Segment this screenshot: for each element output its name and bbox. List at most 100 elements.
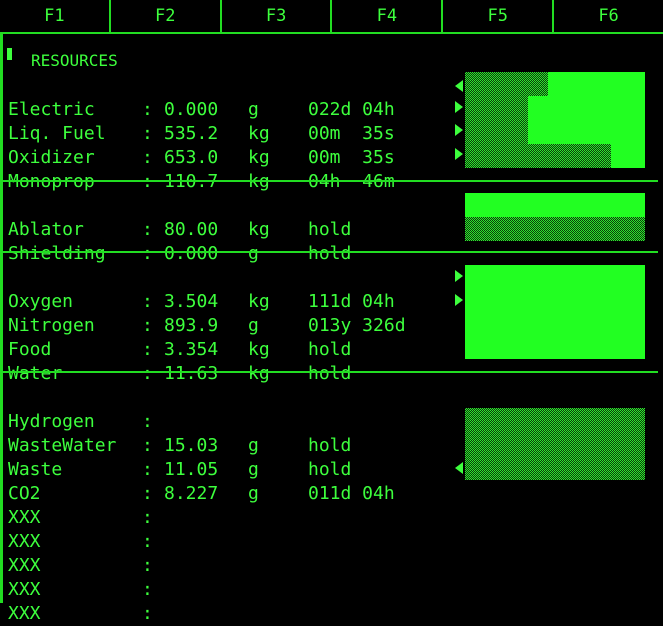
oxygen-trend-right-arrow-icon: [455, 270, 463, 282]
resource-time: 00m 35s: [308, 123, 395, 144]
resource-name: Shielding: [8, 243, 106, 264]
section-title: RESOURCES: [31, 51, 118, 70]
resource-row-shielding: Shielding:0.000 g hold: [8, 218, 351, 264]
resource-unit: g: [248, 315, 259, 336]
f5-key[interactable]: F5: [443, 0, 555, 32]
oxidizer-trend-right-arrow-icon: [455, 124, 463, 136]
ablator-gauge: [465, 193, 645, 217]
resource-time: hold: [308, 339, 352, 360]
resource-amount: 3.504: [164, 291, 219, 312]
separator: :: [142, 291, 153, 312]
nitrogen-trend-right-arrow-icon: [455, 294, 463, 306]
f3-key[interactable]: F3: [222, 0, 333, 32]
resource-time: hold: [308, 243, 352, 264]
ablator-gauge-fill: [465, 193, 645, 217]
resource-amount: 0.000: [164, 99, 219, 120]
resource-row-placeholder: XXX:: [8, 578, 153, 624]
monoprop-gauge-fill: [610, 144, 645, 168]
function-key-bar: F1 F2 F3 F4 F5 F6: [0, 0, 663, 34]
resource-unit: kg: [248, 291, 270, 312]
separator: :: [142, 170, 153, 194]
resource-name: Monoprop: [8, 171, 95, 192]
resource-amount: 0.000: [164, 243, 219, 264]
resource-amount: 3.354: [164, 339, 219, 360]
separator: :: [142, 339, 153, 360]
resource-row-placeholder: XXX:: [8, 530, 153, 576]
monoprop-trend-right-arrow-icon: [455, 148, 463, 160]
separator: :: [142, 483, 153, 504]
resource-row-food: Food:3.354 kg hold: [8, 314, 351, 360]
separator: :: [142, 99, 153, 120]
resource-row-water: Water:11.63 kg hold: [8, 338, 351, 384]
section-marker-icon: [7, 48, 12, 60]
resource-row-co2: CO2:8.227 g 011d 04h: [8, 458, 395, 504]
electric-gauge: [465, 72, 645, 96]
separator: :: [142, 555, 153, 576]
group-divider: [3, 371, 658, 373]
life-support-gauge: [465, 265, 645, 359]
resource-row-hydrogen: Hydrogen:: [8, 386, 153, 432]
separator: :: [142, 219, 153, 240]
liq-fuel-gauge: [465, 96, 645, 120]
resource-row-nitrogen: Nitrogen:893.9 g 013y 326d: [8, 290, 406, 336]
resource-name: Water: [8, 363, 63, 384]
resource-row-oxidizer: Oxidizer:653.0 kg 00m 35s: [8, 122, 395, 168]
resource-unit: g: [248, 243, 259, 264]
life-support-gauge-fill: [465, 265, 645, 359]
f4-key[interactable]: F4: [332, 0, 444, 32]
resource-amount: 11.05: [164, 459, 219, 480]
separator: :: [142, 363, 153, 384]
resource-amount: 11.63: [164, 363, 219, 384]
resource-unit: g: [248, 99, 259, 120]
resource-row-waste: Waste:11.05 g hold: [8, 434, 351, 480]
separator: :: [142, 579, 153, 600]
resource-time: hold: [308, 363, 352, 384]
resource-unit: g: [248, 435, 259, 456]
f2-key[interactable]: F2: [111, 0, 222, 32]
liq-fuel-trend-right-arrow-icon: [455, 101, 463, 113]
separator: :: [142, 315, 153, 336]
f1-key[interactable]: F1: [0, 0, 111, 32]
shielding-gauge: [465, 217, 645, 241]
resource-row-placeholder: XXX:: [8, 554, 153, 600]
resource-unit: kg: [248, 219, 270, 240]
resource-time: 04h 46m: [308, 171, 395, 192]
resource-time: hold: [308, 435, 352, 456]
separator: :: [142, 459, 153, 480]
separator: :: [142, 411, 153, 432]
resource-unit: kg: [248, 363, 270, 384]
separator: :: [142, 603, 153, 624]
resource-row-liq-fuel: Liq. Fuel:535.2 kg 00m 35s: [8, 98, 395, 144]
resource-amount: 893.9: [164, 315, 219, 336]
resource-time: 022d 04h: [308, 99, 395, 120]
separator: :: [142, 243, 153, 264]
f6-key[interactable]: F6: [554, 0, 663, 32]
resource-amount: 8.227: [164, 483, 219, 504]
resource-unit: kg: [248, 123, 270, 144]
resource-time: 00m 35s: [308, 147, 395, 168]
separator: :: [142, 507, 153, 528]
group-divider: [3, 251, 658, 253]
group-divider: [3, 180, 658, 182]
resource-unit: kg: [248, 339, 270, 360]
resource-row-ablator: Ablator:80.00 kg hold: [8, 194, 351, 240]
resource-time: 011d 04h: [308, 483, 395, 504]
electric-gauge-fill: [547, 72, 645, 96]
resource-unit: g: [248, 459, 259, 480]
oxidizer-gauge: [465, 120, 645, 144]
resource-amount: 653.0: [164, 147, 219, 168]
waste-gauge: [465, 408, 645, 480]
resource-time: hold: [308, 219, 352, 240]
liq-fuel-gauge-fill: [528, 96, 645, 120]
resource-amount: 535.2: [164, 123, 219, 144]
resource-amount: 15.03: [164, 435, 219, 456]
separator: :: [142, 531, 153, 552]
electric-trend-left-arrow-icon: [455, 80, 463, 92]
resource-row-placeholder: XXX:: [8, 506, 153, 552]
monoprop-gauge: [465, 144, 645, 168]
resource-time: hold: [308, 459, 352, 480]
resource-amount: 110.7: [164, 171, 219, 192]
frame-left-border: [0, 34, 3, 603]
co2-trend-left-arrow-icon: [455, 462, 463, 474]
resource-amount: 80.00: [164, 219, 219, 240]
